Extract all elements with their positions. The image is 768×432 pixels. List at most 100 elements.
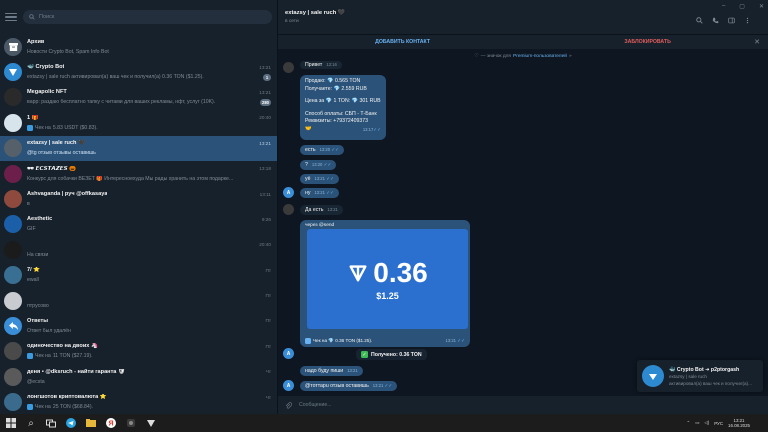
chat-list-item[interactable]: одиночество на двоих 🦄 Пт Чек на 11 TON ($2… bbox=[0, 339, 277, 364]
close-window-icon[interactable]: ✕ bbox=[759, 3, 764, 10]
attach-icon[interactable] bbox=[285, 401, 292, 409]
chat-preview-text: 25 TON ($68.84). bbox=[52, 404, 93, 411]
check-icon bbox=[305, 338, 311, 344]
deal-line-payment: Способ оплаты: СБП - Т-Банк bbox=[305, 110, 377, 117]
message-bubble[interactable]: ну 13:21 ✓✓ bbox=[300, 188, 339, 198]
tray-chevron-icon[interactable]: ⌃ bbox=[687, 420, 691, 426]
chat-avatar bbox=[4, 367, 22, 386]
sender-avatar[interactable] bbox=[283, 204, 294, 215]
message-time: 13:21 bbox=[347, 368, 358, 373]
message-text: ну bbox=[305, 190, 311, 196]
read-check-icon: ✓✓ bbox=[324, 176, 334, 181]
notification-toast[interactable]: 🐳 Crypto Bot ➜ p2ptorgash extazsy | sale… bbox=[637, 360, 763, 392]
task-view-icon[interactable] bbox=[46, 418, 56, 428]
check-icon bbox=[27, 124, 33, 131]
menu-icon[interactable] bbox=[5, 12, 17, 22]
chat-list-item[interactable]: Aesthetic 9:26 GIF bbox=[0, 212, 277, 237]
message-bubble[interactable]: Да есть 13:21 bbox=[300, 205, 343, 215]
add-contact-button[interactable]: ДОБАВИТЬ КОНТАКТ bbox=[375, 39, 430, 45]
message-feed[interactable]: Привет 13:16 Продаю: 💎 0.565 TON Получает… bbox=[278, 61, 768, 396]
network-icon[interactable]: ▭ bbox=[695, 420, 699, 426]
chat-time: 20:40 bbox=[259, 115, 271, 121]
reaction-icon[interactable]: 🤝 bbox=[305, 126, 311, 134]
read-check-icon: ✓✓ bbox=[456, 338, 465, 343]
megapolic-icon bbox=[4, 88, 22, 107]
chat-list-item[interactable]: Ashvaganda | руч @offkasaya 13:11 в bbox=[0, 186, 277, 211]
close-icon[interactable]: ✕ bbox=[754, 38, 760, 46]
chat-preview: extazsy | sale ruch активировал(а) ваш ч… bbox=[27, 74, 204, 80]
chat-avatar bbox=[4, 240, 22, 259]
received-notice: ✓ Получено: 0.36 TON bbox=[356, 349, 427, 360]
chat-list-item[interactable]: 🐳 Crypto Bot 13:21 extazsy | sale ruch акт… bbox=[0, 59, 277, 84]
chat-list-item[interactable]: деня • @dksruch - найти гаранта 🛡 Чт @ecst… bbox=[0, 364, 277, 389]
volume-icon[interactable]: ◁) bbox=[704, 420, 709, 426]
block-button[interactable]: ЗАБЛОКИРОВАТЬ bbox=[624, 39, 670, 45]
chat-time: Чт bbox=[265, 369, 271, 375]
taskbar-search-icon[interactable]: ⌕ bbox=[26, 418, 36, 429]
message-text: есть bbox=[305, 147, 316, 153]
windows-start-icon[interactable] bbox=[6, 418, 16, 428]
search-icon[interactable] bbox=[696, 16, 703, 24]
language-indicator[interactable]: РУС bbox=[714, 421, 723, 426]
chat-list-item[interactable]: extazsy | sale ruch 🖤 13:21 @tg отзыв отзы… bbox=[0, 135, 277, 161]
chat-list-item[interactable]: Ответы Пт Ответ был удалён bbox=[0, 313, 277, 338]
cursor-app-icon[interactable] bbox=[146, 418, 156, 428]
deal-message[interactable]: Продаю: 💎 0.565 TON Получаете: 💎 2.559 R… bbox=[300, 75, 386, 140]
message-input[interactable]: Сообщение... bbox=[299, 402, 761, 408]
chat-avatar bbox=[4, 139, 22, 158]
message-bubble[interactable]: надо буду пиши 13:21 bbox=[300, 366, 363, 376]
yandex-browser-icon[interactable]: Я bbox=[106, 418, 116, 428]
app-icon[interactable] bbox=[126, 418, 136, 428]
clock[interactable]: 13:21 16.08.2025 bbox=[728, 418, 750, 429]
sidebar-toggle-icon[interactable] bbox=[728, 17, 735, 24]
chat-name: одиночество на двоих 🦄 bbox=[27, 343, 98, 350]
chat-list-item[interactable]: 1 🎁 20:40 Чек на 5.83 USDT ($0.83). bbox=[0, 110, 277, 135]
chat-preview-text: ewall bbox=[27, 277, 39, 284]
message-bubble[interactable]: Привет 13:16 bbox=[300, 61, 342, 69]
chat-preview-text: Новости Crypto Bot, Spam Info Bot bbox=[27, 48, 109, 55]
own-avatar[interactable]: A bbox=[283, 348, 294, 359]
message-time: 13:16 bbox=[326, 62, 337, 67]
minimize-icon[interactable]: – bbox=[722, 3, 725, 10]
own-avatar[interactable]: A bbox=[283, 187, 294, 198]
search-input[interactable]: Поиск bbox=[23, 10, 272, 24]
green-check-icon: ✓ bbox=[361, 351, 368, 358]
chat-list-item[interactable]: Megapolic NFT 13:21 варр: раздаю бесплатно… bbox=[0, 85, 277, 110]
chat-header[interactable]: extazsy | sale ruch 🖤 в сети bbox=[278, 0, 768, 34]
chat-preview: птpуcoвo bbox=[27, 303, 49, 309]
svg-text:Я: Я bbox=[108, 420, 113, 427]
chat-avatar bbox=[4, 266, 22, 285]
message-bubble[interactable]: есть 13:20 ✓✓ bbox=[300, 145, 345, 155]
received-text: Получено: 0.36 TON bbox=[371, 351, 422, 358]
search-placeholder: Поиск bbox=[39, 14, 55, 20]
chat-avatar bbox=[4, 164, 22, 183]
header-actions bbox=[696, 16, 751, 24]
chat-list-item[interactable]: 7/ ⭐ Пт ewall bbox=[0, 263, 277, 288]
check-message[interactable]: через @send 0.36 $1.25 Чек на 💎 0.36 TON… bbox=[300, 220, 470, 347]
chat-preview: Чек на 5.83 USDT ($0.83). bbox=[27, 124, 98, 131]
chat-list-item[interactable]: 🕶 𝙀𝘾𝙎𝙏𝘼𝙕𝙀𝙎 🎃 13:18 Конкурс для собачки ВЕЗ… bbox=[0, 161, 277, 186]
check-image[interactable]: 0.36 $1.25 bbox=[307, 229, 468, 329]
more-icon[interactable] bbox=[744, 17, 751, 24]
unread-badge: 1 bbox=[263, 73, 271, 81]
message-bubble[interactable]: ? 13:20 ✓✓ bbox=[300, 160, 337, 170]
premium-badge-icon: ♡ bbox=[474, 53, 479, 59]
chat-list-item[interactable]: 20:40 На связи bbox=[0, 237, 277, 262]
chat-list-item[interactable]: лонгшотов криптовалюта ⭐ Чт Чек на 25 TON (… bbox=[0, 389, 277, 414]
own-avatar[interactable]: A bbox=[283, 380, 294, 391]
premium-link[interactable]: Premium-пользователей bbox=[513, 54, 567, 59]
deal-line-price: Цена за 💎 1 TON: 💎 301 RUB bbox=[305, 98, 381, 104]
chat-list-item[interactable]: Архив Новости Crypto Bot, Spam Info Bot bbox=[0, 34, 277, 59]
maximize-icon[interactable]: ▢ bbox=[739, 3, 745, 10]
message-bubble[interactable]: @тоттарu отзыв оставишь 13:21 ✓✓ bbox=[300, 381, 398, 391]
chat-time: 13:21 bbox=[259, 64, 271, 70]
message-bubble[interactable]: уё 13:21 ✓✓ bbox=[300, 174, 339, 184]
phone-icon[interactable] bbox=[712, 17, 719, 24]
chat-list: Архив Новости Crypto Bot, Spam Info Bot 🐳 … bbox=[0, 34, 277, 414]
message-text: Да есть bbox=[305, 207, 324, 213]
file-explorer-icon[interactable] bbox=[86, 418, 96, 428]
sender-avatar[interactable] bbox=[283, 62, 294, 73]
telegram-taskbar-icon[interactable] bbox=[66, 418, 76, 428]
check-caption: Чек на 💎 0.36 TON ($1.25). bbox=[313, 338, 373, 343]
chat-list-item[interactable]: Пт птpуcoвo bbox=[0, 288, 277, 313]
